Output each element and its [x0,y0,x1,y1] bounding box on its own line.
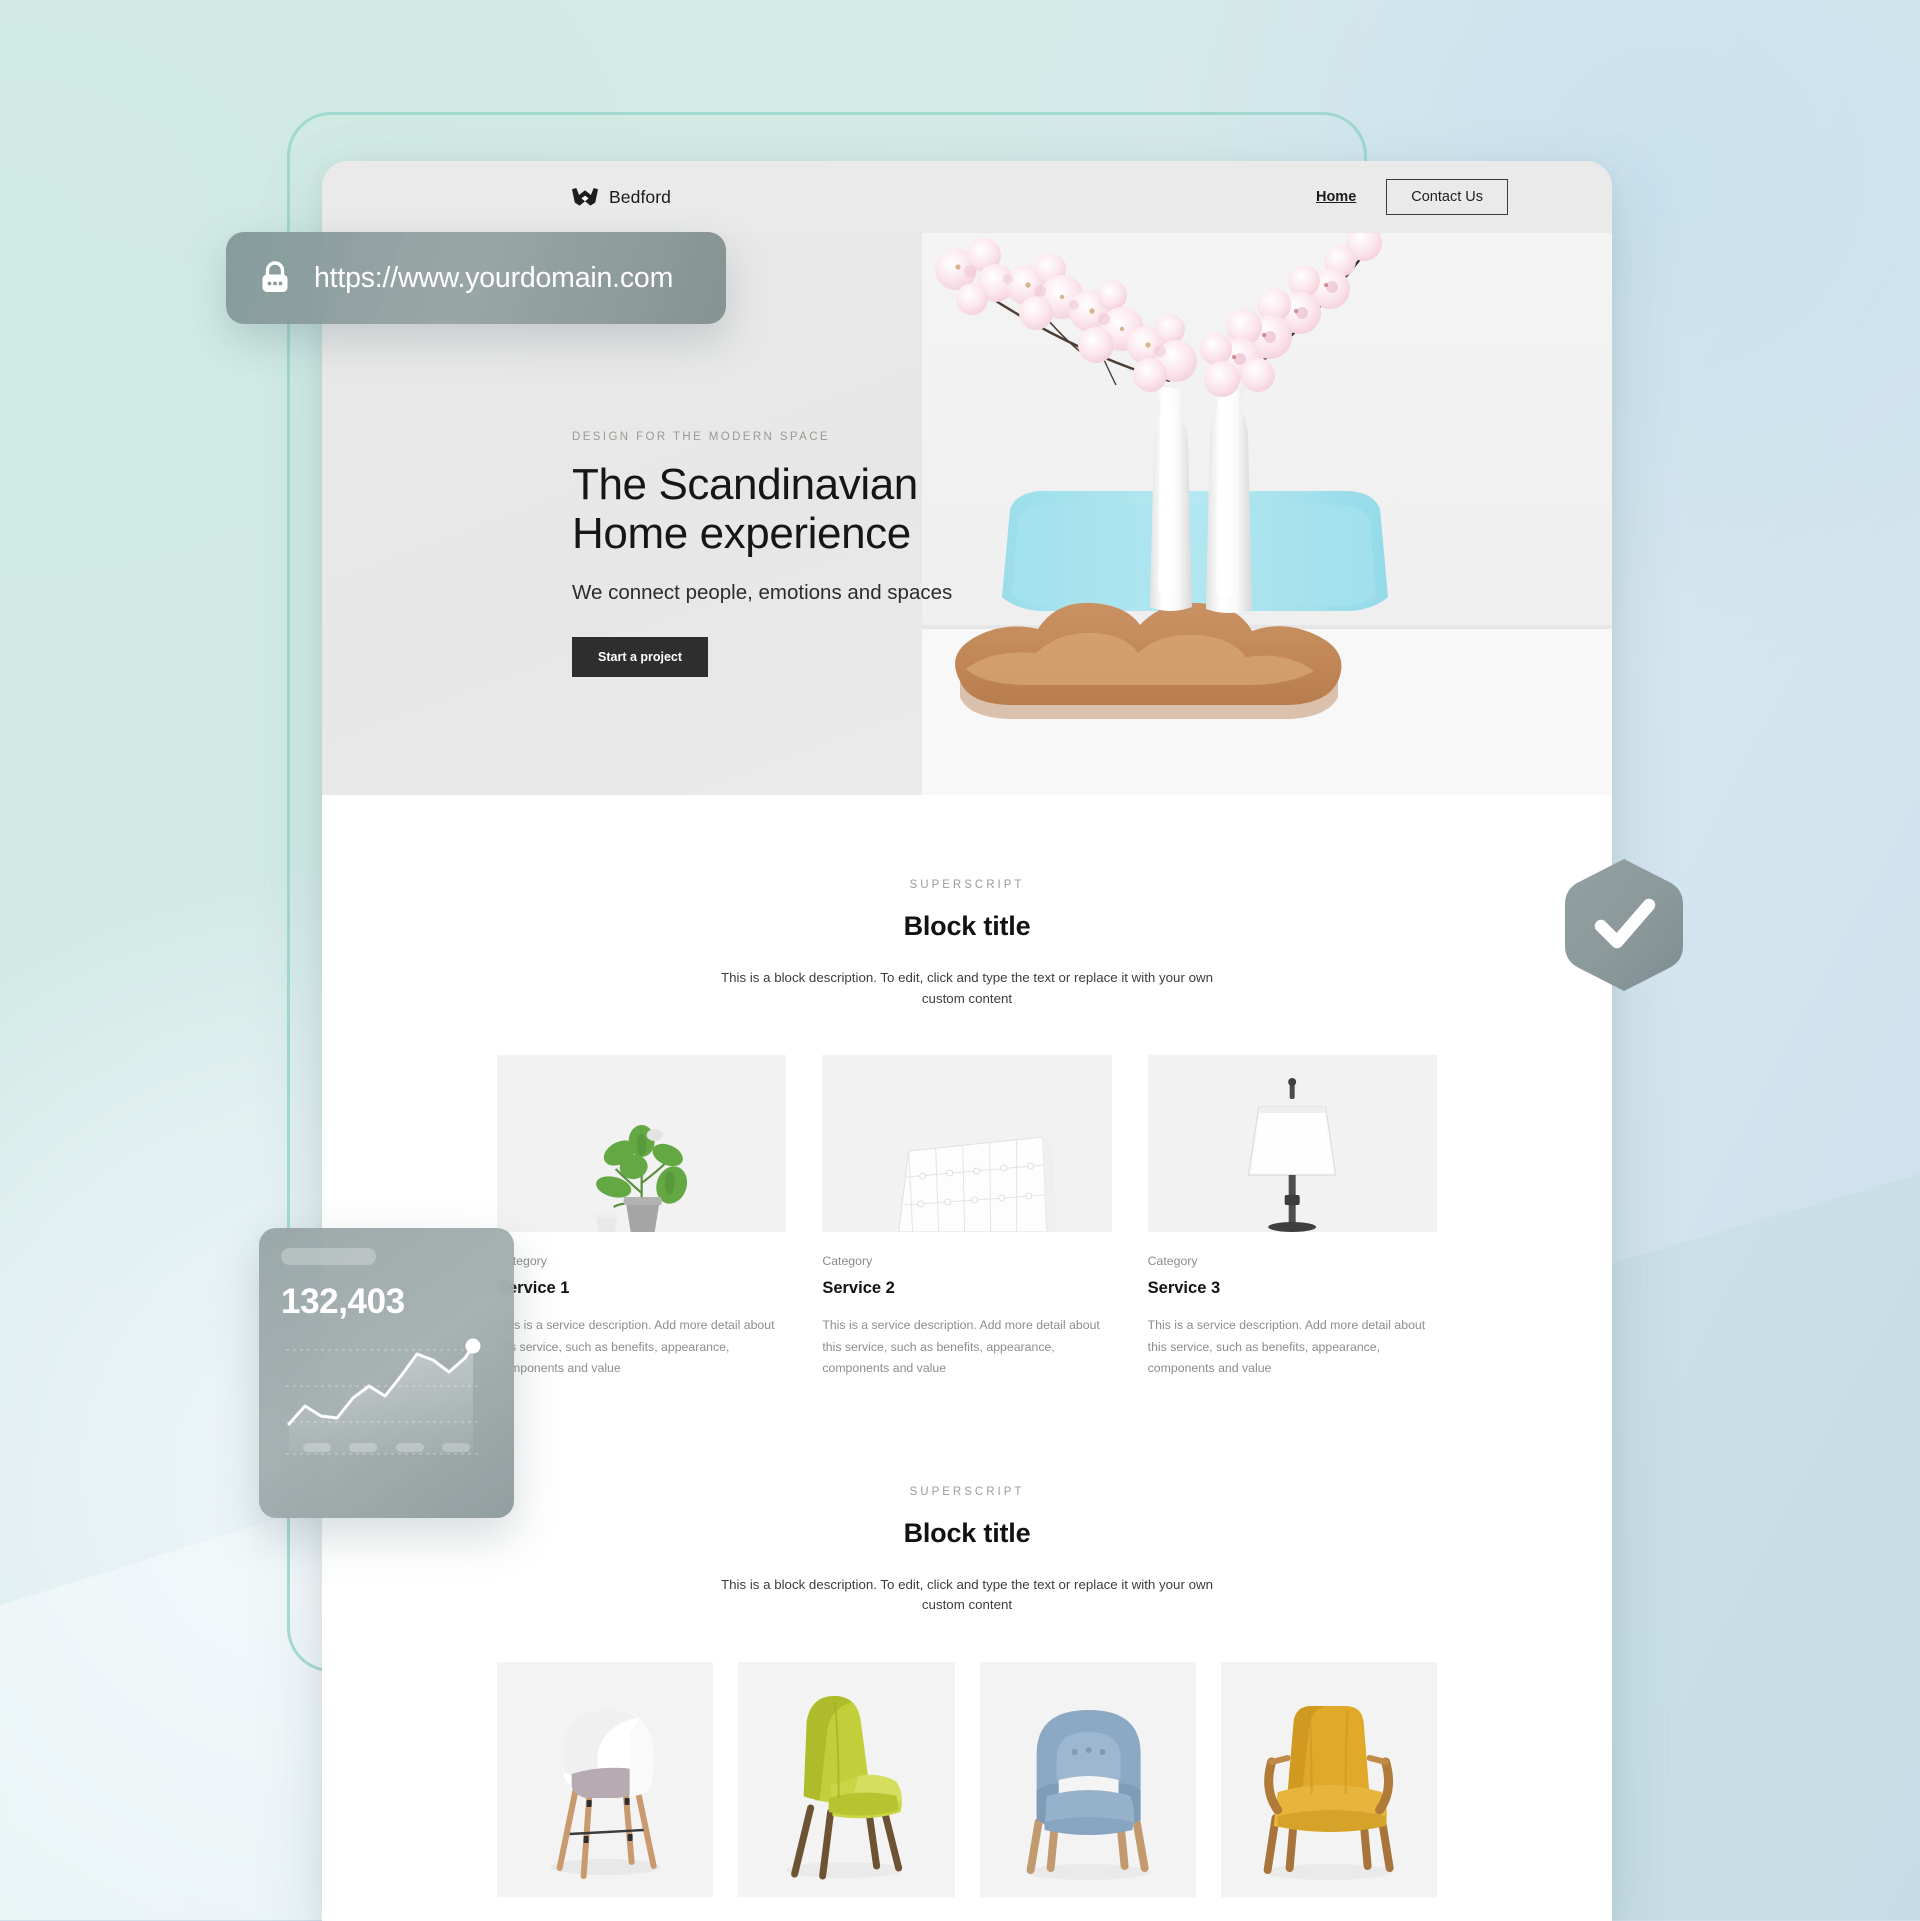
hero-title-line-1: The Scandinavian [572,460,918,509]
service-title: Service 2 [822,1279,895,1298]
yellow-green-chair-illustration [738,1661,954,1897]
security-shield-badge [1563,857,1685,993]
products-superscript: SUPERSCRIPT [909,1485,1025,1498]
service-category: Category [822,1254,873,1269]
service-image-lamp [1147,1055,1437,1233]
url-text: https://www.yourdomain.com [314,261,674,294]
skeleton-label [349,1443,378,1452]
product-card[interactable]: Product 3 Add more detail about this pro… [979,1661,1196,1921]
metric-chart [281,1336,492,1468]
services-grid: Category Service 1 This is a service des… [497,1055,1437,1380]
site-nav: Home Contact Us [1316,178,1508,216]
start-a-project-button[interactable]: Start a project [572,636,709,678]
products-block-title: Block title [903,1517,1031,1548]
service-card[interactable]: Category Service 3 This is a service des… [1147,1055,1437,1380]
products-block-header: SUPERSCRIPT Block title This is a block … [497,1486,1437,1616]
plant-illustration [521,1055,762,1233]
skeleton-title-placeholder [281,1248,376,1265]
brand-name: Bedford [609,186,671,207]
url-bar-overlay[interactable]: https://www.yourdomain.com [226,232,726,324]
service-description: This is a service description. Add more … [497,1318,775,1376]
brand-logo[interactable]: Bedford [572,187,671,208]
service-description: This is a service description. Add more … [822,1318,1100,1376]
product-card[interactable]: Product 1 Add more detail about this pro… [497,1661,714,1921]
contact-us-button[interactable]: Contact Us [1386,178,1508,216]
hero-eyebrow: DESIGN FOR THE MODERN SPACE [572,431,830,443]
product-image-yellow-chair [738,1661,955,1897]
skeleton-label [303,1443,331,1452]
browser-window: Bedford Home Contact Us DESIGN FOR THE M… [322,161,1612,1921]
hero-subtitle: We connect people, emotions and spaces [572,580,953,604]
nav-link-home[interactable]: Home [1316,189,1356,205]
lock-icon [262,261,288,292]
hero-copy: DESIGN FOR THE MODERN SPACE The Scandina… [572,431,1042,678]
products-block-description: This is a block description. To edit, cl… [721,1576,1213,1613]
service-category: Category [497,1254,547,1269]
service-category: Category [1147,1254,1198,1269]
service-title: Service 3 [1147,1279,1221,1298]
hero-title: The Scandinavian Home experience [572,460,1042,559]
product-card[interactable]: Product 2 Add more detail about this pro… [738,1661,955,1921]
analytics-metric-card: 132,403 [259,1228,514,1518]
service-image-chair [822,1055,1112,1233]
products-grid: Product 1 Add more detail about this pro… [497,1661,1437,1921]
metric-value: 132,403 [281,1282,405,1321]
service-image-plant [497,1055,787,1233]
yellow-armchair-illustration [1221,1661,1437,1897]
blue-armchair-illustration [980,1661,1196,1897]
lamp-illustration [1172,1055,1413,1233]
services-superscript: SUPERSCRIPT [909,879,1025,891]
chart-axis-skeleton-labels [303,1443,470,1452]
site-header: Bedford Home Contact Us [322,161,1612,233]
service-card[interactable]: Category Service 2 This is a service des… [822,1055,1112,1380]
white-shell-chair-illustration [497,1661,713,1897]
bedford-logo-icon [572,188,598,206]
services-block-description: This is a block description. To edit, cl… [721,970,1213,1006]
product-card[interactable]: Product 4 Add more detail about this pro… [1220,1661,1437,1921]
product-image-blue-chair [979,1661,1196,1897]
hero-title-line-2: Home experience [572,508,911,558]
service-title: Service 1 [497,1279,570,1298]
skeleton-label [441,1443,470,1452]
service-card[interactable]: Category Service 1 This is a service des… [497,1055,787,1380]
skeleton-label [395,1443,424,1452]
tufted-chair-illustration [846,1055,1087,1233]
services-block-header: SUPERSCRIPT Block title This is a block … [497,879,1437,1009]
products-section: SUPERSCRIPT Block title This is a block … [322,1379,1612,1921]
product-image-white-chair [497,1661,714,1897]
product-image-yellow-armchair [1220,1661,1437,1897]
services-section: SUPERSCRIPT Block title This is a block … [322,795,1612,1380]
service-description: This is a service description. Add more … [1147,1318,1426,1376]
shield-check-icon [1565,859,1683,991]
services-block-title: Block title [903,911,1031,941]
